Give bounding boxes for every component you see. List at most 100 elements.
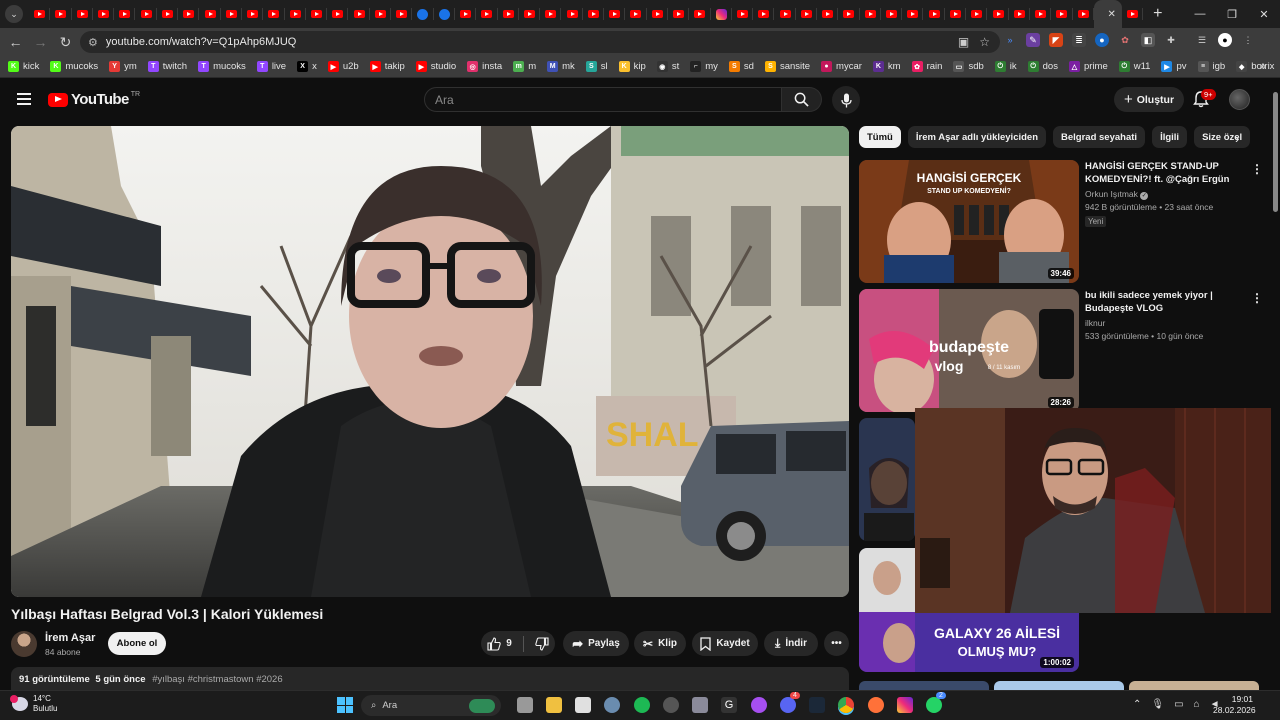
profile-icon[interactable]: ●: [1218, 33, 1232, 47]
clock[interactable]: 19:01 28.02.2026: [1213, 694, 1256, 716]
reload-icon[interactable]: ↻: [53, 30, 78, 55]
browser-tab[interactable]: [838, 0, 860, 28]
browser-tab[interactable]: [583, 0, 605, 28]
youtube-logo[interactable]: YouTube TR: [48, 91, 140, 108]
browser-tab[interactable]: [412, 0, 434, 28]
browser-menu-icon[interactable]: ⋮: [1241, 33, 1255, 47]
browser-tab[interactable]: [817, 0, 839, 28]
site-info-icon[interactable]: ⚙: [88, 36, 98, 49]
search-button[interactable]: [782, 87, 822, 112]
bookmark-item[interactable]: △ prime: [1068, 61, 1108, 72]
bookmark-item[interactable]: ▭ sdb: [953, 61, 984, 72]
next-recommendation-thumbnail[interactable]: [994, 681, 1124, 690]
task-view-icon[interactable]: [517, 697, 533, 713]
extension-icon[interactable]: ✿: [1118, 33, 1132, 47]
browser-tab[interactable]: [902, 0, 924, 28]
restore-icon[interactable]: ❐: [1216, 0, 1248, 28]
recommendation-channel[interactable]: Orkun Işıtmak ✓: [1085, 189, 1149, 200]
bookmark-item[interactable]: ⌐ my: [690, 61, 718, 72]
video-thumbnail[interactable]: budapeşte vlog 8 / 11 kasım 28:26: [859, 289, 1079, 412]
steam-icon[interactable]: [809, 697, 825, 713]
browser-tab[interactable]: [348, 0, 371, 28]
more-actions-button[interactable]: •••: [824, 631, 849, 656]
chevron-right-icon[interactable]: ›: [1235, 131, 1239, 146]
thumbs-up-icon[interactable]: [487, 636, 501, 651]
video-thumbnail[interactable]: [859, 418, 915, 541]
browser-tab[interactable]: [561, 0, 584, 28]
browser-tab[interactable]: [625, 0, 647, 28]
next-recommendation-thumbnail[interactable]: [1129, 681, 1259, 690]
extension-icon[interactable]: »: [1003, 33, 1017, 47]
voice-search-button[interactable]: [832, 86, 860, 114]
recommendation-title[interactable]: bu ikili sadece yemek yiyor | Budapeşte …: [1085, 289, 1245, 315]
browser-tab[interactable]: [923, 0, 946, 28]
browser-tab[interactable]: [1051, 0, 1073, 28]
browser-tab[interactable]: [881, 0, 903, 28]
new-tab-plus-icon[interactable]: +: [1153, 5, 1162, 23]
browser-tab[interactable]: [860, 0, 882, 28]
bookmark-item[interactable]: mm: [513, 61, 536, 72]
video-thumbnail[interactable]: HANGİSİ GERÇEK STAND UP KOMEDYENİ? 39:46: [859, 160, 1079, 283]
browser-tab[interactable]: [263, 0, 285, 28]
bookmark-item[interactable]: Mmk: [547, 61, 575, 72]
browser-tab[interactable]: [285, 0, 307, 28]
recommendation-channel[interactable]: ilknur: [1085, 318, 1105, 328]
headset-app-icon[interactable]: [634, 697, 650, 713]
browser-tab[interactable]: [711, 0, 733, 28]
browser-tab[interactable]: [732, 0, 754, 28]
bookmark-item[interactable]: ● mycar: [821, 61, 862, 72]
more-vertical-icon[interactable]: ⋮: [1251, 162, 1263, 176]
browser-tab[interactable]: [391, 0, 413, 28]
bookmark-item[interactable]: ◎ insta: [467, 61, 502, 72]
extension-icon[interactable]: ✎: [1026, 33, 1040, 47]
obs-icon[interactable]: [663, 697, 679, 713]
hashtags[interactable]: #yılbaşı #christmastown #2026: [152, 674, 282, 685]
chrome-icon[interactable]: [838, 697, 854, 713]
browser-tab[interactable]: [157, 0, 179, 28]
filter-chip[interactable]: İrem Aşar adlı yükleyiciden: [907, 126, 1047, 148]
file-explorer-icon[interactable]: [546, 697, 562, 713]
bookmark-item[interactable]: Tlive: [256, 61, 286, 72]
chevron-up-icon[interactable]: ⌃: [1133, 699, 1141, 710]
browser-tab[interactable]: [29, 0, 51, 28]
browser-tab[interactable]: [93, 0, 115, 28]
bookmark-item[interactable]: Yym: [109, 61, 137, 72]
account-avatar[interactable]: [1229, 89, 1250, 110]
browser-tab[interactable]: [1073, 0, 1095, 28]
bookmark-item[interactable]: Kkick: [8, 61, 39, 72]
hamburger-menu-icon[interactable]: [17, 93, 31, 105]
browser-tab[interactable]: [668, 0, 690, 28]
browser-tab[interactable]: [519, 0, 541, 28]
browser-tab[interactable]: [753, 0, 775, 28]
browser-tab[interactable]: [455, 0, 477, 28]
thumbs-down-icon[interactable]: [535, 636, 549, 651]
bookmark-item[interactable]: ⏻ w11: [1118, 61, 1150, 72]
browser-tab[interactable]: [135, 0, 158, 28]
bookmark-item[interactable]: Ttwitch: [147, 61, 187, 72]
next-recommendation-thumbnail[interactable]: [859, 681, 989, 690]
channel-name[interactable]: İrem Aşar: [45, 632, 95, 644]
channel-avatar[interactable]: [11, 631, 37, 657]
extension-icon[interactable]: ≣: [1072, 33, 1086, 47]
more-bookmarks-icon[interactable]: »: [1259, 59, 1266, 73]
store-icon[interactable]: [575, 697, 591, 713]
recommendation-item[interactable]: budapeşte vlog 8 / 11 kasım 28:26 bu iki…: [859, 289, 1269, 414]
browser-tab[interactable]: [689, 0, 711, 28]
browser-tab[interactable]: [114, 0, 136, 28]
create-button[interactable]: + Oluştur: [1114, 87, 1184, 112]
browser-tab[interactable]: [306, 0, 328, 28]
bookmark-item[interactable]: ◆ botrix: [1236, 61, 1274, 72]
settings-icon[interactable]: [604, 697, 620, 713]
clip-button[interactable]: ✂ Klip: [634, 631, 686, 656]
active-browser-tab[interactable]: ✕: [1093, 0, 1122, 28]
browser-tab[interactable]: [199, 0, 221, 28]
browser-tab[interactable]: [50, 0, 72, 28]
whatsapp-icon[interactable]: 2: [926, 692, 946, 713]
bookmark-item[interactable]: Kmucoks: [50, 61, 98, 72]
browser-tab[interactable]: [370, 0, 392, 28]
bookmark-star-icon[interactable]: ☆: [979, 35, 990, 49]
description-box[interactable]: 91 görüntüleme 5 gün önce #yılbaşı #chri…: [11, 667, 849, 690]
bookmark-item[interactable]: ▶ pv: [1161, 61, 1187, 72]
tab-search-chevron-icon[interactable]: ⌄: [5, 5, 23, 23]
bookmark-item[interactable]: ▶ u2b: [327, 61, 359, 72]
